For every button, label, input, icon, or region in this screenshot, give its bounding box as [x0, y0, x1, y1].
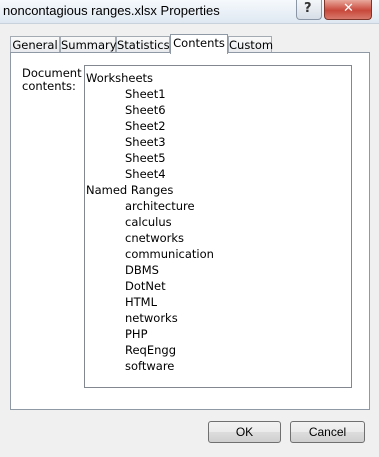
list-item: cnetworks: [125, 231, 185, 245]
tab-general[interactable]: General: [10, 36, 60, 53]
document-contents-label: Document contents:: [22, 66, 82, 93]
list-item: Sheet3: [125, 135, 166, 149]
list-item: DBMS: [125, 263, 159, 277]
list-item: DotNet: [125, 279, 166, 293]
help-icon: ?: [304, 1, 312, 16]
list-item: communication: [125, 247, 214, 261]
list-item: Sheet1: [125, 87, 166, 101]
window-title: noncontagious ranges.xlsx Properties: [3, 3, 220, 18]
list-item: software: [125, 359, 175, 373]
list-item: Sheet4: [125, 167, 166, 181]
cancel-button[interactable]: Cancel: [290, 421, 365, 443]
list-item: PHP: [125, 327, 148, 341]
tab-statistics[interactable]: Statistics: [116, 36, 170, 53]
close-icon: ✕: [343, 1, 354, 16]
list-item: Sheet5: [125, 151, 166, 165]
ok-button[interactable]: OK: [208, 421, 281, 443]
list-item: Sheet2: [125, 119, 166, 133]
list-item: architecture: [125, 199, 195, 213]
group-header-named-ranges: Named Ranges: [86, 183, 174, 197]
tab-summary[interactable]: Summary: [60, 36, 117, 53]
list-item: Sheet6: [125, 103, 166, 117]
list-item: networks: [125, 311, 178, 325]
document-contents-list[interactable]: Worksheets Sheet1 Sheet6 Sheet2 Sheet3 S…: [84, 65, 352, 388]
tab-contents[interactable]: Contents: [170, 34, 228, 54]
close-button[interactable]: ✕: [324, 0, 372, 20]
tab-custom[interactable]: Custom: [228, 36, 273, 53]
list-item: ReqEngg: [125, 343, 177, 357]
title-bar: noncontagious ranges.xlsx Properties ? ✕: [0, 0, 379, 24]
list-item: HTML: [125, 295, 158, 309]
help-button[interactable]: ?: [296, 0, 322, 20]
group-header-worksheets: Worksheets: [86, 71, 154, 85]
list-item: calculus: [125, 215, 172, 229]
